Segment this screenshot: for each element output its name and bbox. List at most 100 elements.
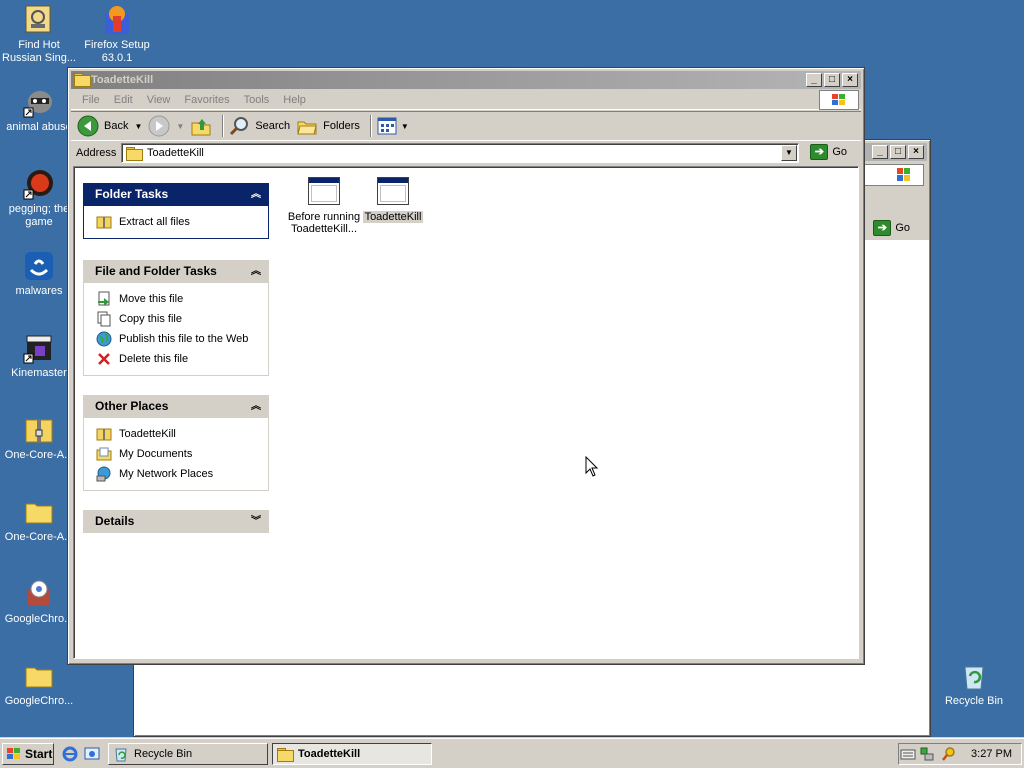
firefox-setup-icon xyxy=(101,4,133,36)
menu-view[interactable]: View xyxy=(147,94,171,106)
start-label: Start xyxy=(25,747,53,761)
folder-tasks-header[interactable]: Folder Tasks ︽ xyxy=(83,183,269,206)
file-item-selected[interactable]: ToadetteKill xyxy=(362,177,424,223)
folders-icon xyxy=(297,121,317,135)
task-copy-file[interactable]: Copy this file xyxy=(96,309,268,329)
task-move-file[interactable]: Move this file xyxy=(96,289,268,309)
folder-view[interactable]: Folder Tasks ︽ Extract all files File an… xyxy=(73,166,859,659)
menu-edit[interactable]: Edit xyxy=(114,94,133,106)
place-label: ToadetteKill xyxy=(119,428,176,440)
clock[interactable]: 3:27 PM xyxy=(971,748,1012,760)
close-button[interactable]: × xyxy=(842,73,858,87)
up-folder-button[interactable] xyxy=(190,115,212,137)
taskbar: Start Recycle Bin ToadetteKill 3:27 PM xyxy=(0,738,1024,768)
window-titlebar[interactable]: ToadetteKill xyxy=(71,71,861,89)
desktop-icon-firefox-setup[interactable]: Firefox Setup 63.0.1 xyxy=(78,4,156,65)
folder-tasks-panel: Folder Tasks ︽ Extract all files xyxy=(83,183,269,239)
windows-logo xyxy=(819,90,859,110)
start-button[interactable]: Start xyxy=(2,743,54,765)
place-toadettekill[interactable]: ToadetteKill xyxy=(96,424,268,444)
menu-favorites[interactable]: Favorites xyxy=(184,94,229,106)
back-arrow-icon xyxy=(77,115,99,137)
collapse-icon[interactable]: ︽ xyxy=(251,260,261,283)
go-label: Go xyxy=(832,146,847,158)
task-delete-file[interactable]: Delete this file xyxy=(96,349,268,369)
sync-icon xyxy=(23,4,55,36)
forward-dropdown-icon[interactable]: ▼ xyxy=(176,122,184,131)
system-tray: 3:27 PM xyxy=(898,743,1022,765)
menu-help[interactable]: Help xyxy=(283,94,306,106)
recycle-bin-icon xyxy=(115,748,127,762)
forward-button[interactable]: ▼ xyxy=(148,115,184,137)
my-documents-icon xyxy=(96,446,112,462)
search-icon xyxy=(230,117,249,136)
search-label: Search xyxy=(255,120,291,132)
menu-file[interactable]: File xyxy=(82,94,100,106)
back-dropdown-icon[interactable]: ▼ xyxy=(134,122,142,131)
search-tray-icon[interactable] xyxy=(941,746,957,762)
internet-explorer-icon[interactable] xyxy=(62,746,78,762)
expand-icon[interactable]: ︾ xyxy=(251,510,261,533)
file-label: ToadetteKill xyxy=(362,211,424,223)
chrome-installer-icon xyxy=(23,578,55,610)
desktop-icon-find-hot[interactable]: Find Hot Russian Sing... xyxy=(0,4,78,65)
details-header[interactable]: Details ︾ xyxy=(83,510,269,533)
views-button[interactable]: ▼ xyxy=(376,115,409,137)
maximize-button[interactable]: □ xyxy=(890,145,906,159)
explorer-window[interactable]: ToadetteKill _ □ × File Edit View Favori… xyxy=(67,67,865,665)
folder-icon xyxy=(126,146,143,161)
address-bar: Address ToadetteKill ▼ ➔ Go xyxy=(71,142,861,164)
minimize-button[interactable]: _ xyxy=(872,145,888,159)
task-publish-web[interactable]: Publish this file to the Web xyxy=(96,329,268,349)
window-title: ToadetteKill xyxy=(91,74,154,86)
menu-tools[interactable]: Tools xyxy=(244,94,270,106)
desktop-icon-recycle-bin[interactable]: Recycle Bin xyxy=(935,660,1013,708)
desktop-icon-googlechrome-folder[interactable]: GoogleChro... xyxy=(0,660,78,708)
collapse-icon[interactable]: ︽ xyxy=(251,395,261,418)
minimize-button[interactable]: _ xyxy=(806,73,822,87)
file-item[interactable]: Before running ToadetteKill... xyxy=(282,177,366,235)
application-window-icon xyxy=(308,177,340,207)
go-arrow-icon: ➔ xyxy=(810,144,829,160)
up-folder-icon xyxy=(191,119,211,136)
clapper-shortcut-icon xyxy=(23,332,55,364)
toolbar-separator xyxy=(369,115,372,137)
go-button[interactable]: ➔ Go xyxy=(873,220,924,236)
raccoon-shortcut-icon xyxy=(23,86,55,118)
desktop-icon-label: 63.0.1 xyxy=(101,52,133,64)
task-extract-all-files[interactable]: Extract all files xyxy=(96,212,268,232)
task-label: Extract all files xyxy=(119,216,190,228)
recycle-bin-icon xyxy=(958,660,990,692)
maximize-button[interactable]: □ xyxy=(824,73,840,87)
file-folder-tasks-header[interactable]: File and Folder Tasks ︽ xyxy=(83,260,269,283)
address-dropdown-button[interactable]: ▼ xyxy=(781,145,797,161)
other-places-header[interactable]: Other Places ︽ xyxy=(83,395,269,418)
back-label: Back xyxy=(104,120,129,132)
address-input[interactable]: ToadetteKill ▼ xyxy=(121,143,799,163)
close-button[interactable]: × xyxy=(908,145,924,159)
delete-x-icon xyxy=(96,351,112,367)
file-label: Before running xyxy=(287,211,361,223)
views-dropdown-icon: ▼ xyxy=(400,121,409,131)
back-button[interactable]: Back ▼ xyxy=(77,115,142,137)
desktop-icon-label: GoogleChro... xyxy=(4,695,74,707)
taskbar-button-toadettekill[interactable]: ToadetteKill xyxy=(272,743,432,765)
place-my-documents[interactable]: My Documents xyxy=(96,444,268,464)
network-tray-icon[interactable] xyxy=(919,746,935,762)
standard-toolbar: Back ▼ ▼ Search Folders ▼ xyxy=(71,111,861,141)
task-label: Move this file xyxy=(119,293,184,305)
folder-icon xyxy=(23,496,55,528)
panel-title: Details xyxy=(95,514,135,528)
file-folder-tasks-panel: File and Folder Tasks ︽ Move this file C… xyxy=(83,260,269,376)
zip-folder-icon xyxy=(23,414,55,446)
place-my-network-places[interactable]: My Network Places xyxy=(96,464,268,484)
go-button[interactable]: ➔ Go xyxy=(810,144,847,160)
collapse-icon[interactable]: ︽ xyxy=(251,183,261,206)
address-value: ToadetteKill xyxy=(147,147,204,159)
taskbar-button-recycle-bin[interactable]: Recycle Bin xyxy=(108,743,268,765)
mouse-cursor-icon xyxy=(585,456,599,477)
search-button[interactable]: Search xyxy=(228,115,290,137)
network-places-icon xyxy=(96,466,112,482)
folders-button[interactable]: Folders xyxy=(296,115,360,137)
show-desktop-icon[interactable] xyxy=(84,746,100,762)
